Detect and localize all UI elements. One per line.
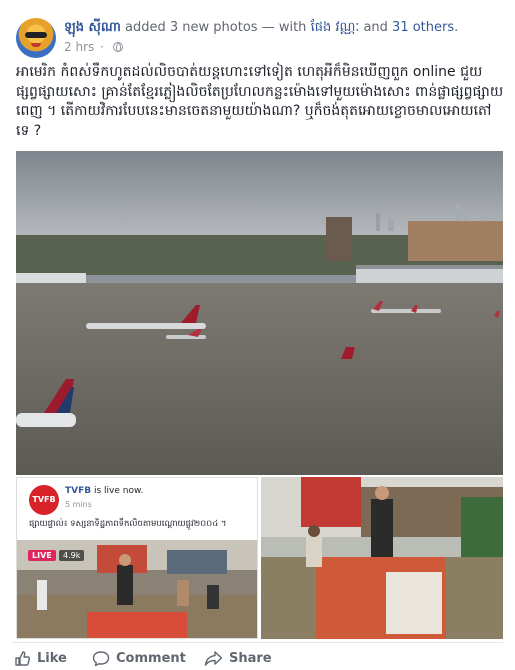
flooded-airport-image (16, 151, 503, 475)
live-time: 5 mins (65, 500, 92, 509)
flooded-street-image (261, 477, 503, 639)
globe-icon[interactable] (112, 42, 123, 52)
action-text: added 3 new photos — with (125, 20, 307, 35)
embedded-post-header: TVFB TVFB is live now. 5 mins ផ្សាយផ្ទាល… (17, 478, 257, 540)
post-header: ឡុង ស៊ីណា added 3 new photos — with ផែង … (64, 19, 458, 38)
author-avatar[interactable] (16, 18, 56, 58)
live-status-text: is live now. (94, 486, 144, 496)
post-timestamp[interactable]: 2 hrs (64, 40, 94, 54)
facebook-post: ឡុង ស៊ីណា added 3 new photos — with ផែង … (0, 0, 515, 670)
header-period: . (454, 20, 459, 35)
like-button[interactable]: Like (14, 648, 67, 668)
author-name[interactable]: ឡុង ស៊ីណា (64, 20, 121, 35)
tvfb-logo: TVFB (29, 485, 59, 515)
photo-tvfb-live[interactable]: TVFB TVFB is live now. 5 mins ផ្សាយផ្ទាល… (16, 477, 258, 639)
others-link[interactable]: 31 others (392, 20, 454, 35)
post-meta: 2 hrs · (64, 40, 123, 54)
share-icon (204, 650, 223, 666)
avatar-glasses (25, 32, 47, 38)
live-badge: LIVE (28, 550, 56, 561)
tagged-user[interactable]: ផែង វណ្ណៈ (311, 20, 360, 35)
comment-icon (92, 650, 110, 666)
and-text: and (363, 20, 388, 35)
like-label: Like (37, 650, 67, 666)
live-status: TVFB is live now. (65, 486, 143, 496)
photo-flooded-airport[interactable] (16, 151, 503, 475)
comment-label: Comment (116, 650, 186, 666)
post-text: អាមេរិក កំពស់ទឹកហូតដល់លិចបាត់យន្តហោះទៅទៀ… (16, 64, 504, 139)
avatar-mouth (31, 43, 41, 47)
post-actions: Like Comment Share (12, 648, 503, 668)
share-label: Share (229, 650, 272, 666)
thumbs-up-icon (15, 650, 31, 666)
photo-flooded-street[interactable] (261, 477, 503, 639)
viewer-count: 4.9k (59, 550, 85, 561)
live-page-name: TVFB (65, 486, 92, 496)
share-button[interactable]: Share (204, 648, 272, 668)
actions-divider (12, 642, 503, 643)
comment-button[interactable]: Comment (92, 648, 186, 668)
live-caption: ផ្សាយផ្ទាល់៖ ទស្សនាទិដ្ឋភាពទឹកលិចតាមបណ្ត… (29, 519, 227, 529)
